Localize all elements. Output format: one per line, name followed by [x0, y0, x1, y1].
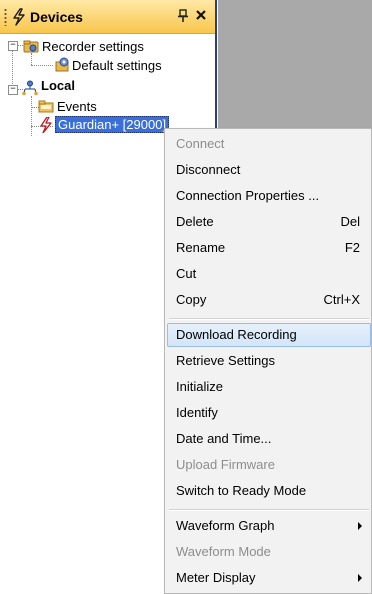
tree-connector [31, 96, 32, 136]
menu-item-copy[interactable]: Copy Ctrl+X [167, 288, 371, 312]
recorder-settings-icon [23, 40, 39, 53]
menu-item-waveform-graph[interactable]: Waveform Graph [167, 514, 371, 538]
pin-icon[interactable] [176, 8, 190, 24]
menu-item-download-recording[interactable]: Download Recording [167, 323, 371, 347]
menu-item-shortcut: Ctrl+X [323, 292, 360, 307]
menu-item-label: Meter Display [176, 570, 256, 585]
menu-item-disconnect[interactable]: Disconnect [167, 158, 371, 182]
menu-separator [169, 318, 369, 320]
tree-item-default-settings[interactable]: Default settings [72, 58, 162, 73]
devices-panel-header[interactable]: Devices [0, 0, 215, 34]
menu-item-label: Date and Time... [176, 431, 272, 446]
menu-item-connection-properties[interactable]: Connection Properties ... [167, 184, 371, 208]
menu-item-connect[interactable]: Connect [167, 132, 371, 156]
device-context-menu: Connect Disconnect Connection Properties… [164, 128, 372, 594]
tree-item-local[interactable]: Local [41, 78, 75, 93]
submenu-arrow-icon [358, 574, 362, 582]
panel-title: Devices [30, 9, 83, 25]
menu-item-label: Retrieve Settings [176, 353, 275, 368]
menu-item-label: Rename [176, 240, 226, 255]
menu-item-delete[interactable]: Delete Del [167, 210, 371, 234]
menu-item-cut[interactable]: Cut [167, 262, 371, 286]
menu-item-initialize[interactable]: Initialize [167, 375, 371, 399]
tree-connector [31, 65, 53, 66]
close-glyph [196, 10, 206, 20]
drag-grip-icon[interactable] [4, 8, 7, 26]
menu-item-label: Connection Properties ... [176, 188, 320, 203]
tree-item-events[interactable]: Events [57, 99, 97, 114]
tree-item-device[interactable]: Guardian+ [29000] [55, 116, 170, 133]
menu-item-label: Identify [176, 405, 218, 420]
menu-item-rename[interactable]: Rename F2 [167, 236, 371, 260]
lightning-icon [40, 117, 52, 133]
menu-separator [169, 509, 369, 511]
tree-item-recorder-settings[interactable]: Recorder settings [42, 39, 144, 54]
menu-item-date-and-time[interactable]: Date and Time... [167, 427, 371, 451]
submenu-arrow-icon [358, 522, 362, 530]
menu-item-label: Initialize [176, 379, 223, 394]
folder-icon [38, 100, 54, 113]
menu-item-label: Waveform Mode [176, 544, 271, 559]
menu-item-label: Cut [176, 266, 197, 281]
tree-connector [31, 53, 32, 65]
menu-item-shortcut: Del [340, 214, 360, 229]
menu-item-switch-to-ready-mode[interactable]: Switch to Ready Mode [167, 479, 371, 503]
menu-item-upload-firmware[interactable]: Upload Firmware [167, 453, 371, 477]
menu-item-label: Download Recording [176, 327, 297, 342]
collapse-local-icon[interactable]: − [8, 85, 18, 95]
settings-icon [55, 57, 69, 72]
menu-item-identify[interactable]: Identify [167, 401, 371, 425]
menu-item-label: Connect [176, 136, 225, 151]
menu-item-label: Waveform Graph [176, 518, 275, 533]
application-window: Devices − Recorder settings Default sett… [0, 0, 372, 594]
menu-item-retrieve-settings[interactable]: Retrieve Settings [167, 349, 371, 373]
menu-item-shortcut: F2 [344, 240, 360, 255]
menu-item-label: Disconnect [176, 162, 241, 177]
lightning-icon [13, 8, 25, 26]
menu-item-label: Copy [176, 292, 207, 307]
collapse-recorder-settings-icon[interactable]: − [8, 41, 18, 51]
close-icon[interactable] [194, 7, 208, 23]
menu-item-label: Switch to Ready Mode [176, 483, 307, 498]
menu-item-meter-display[interactable]: Meter Display [167, 566, 371, 590]
pin-glyph [178, 9, 188, 22]
menu-item-waveform-mode[interactable]: Waveform Mode [167, 540, 371, 564]
network-icon [22, 80, 38, 96]
menu-item-label: Delete [176, 214, 214, 229]
document-workspace [218, 0, 372, 136]
menu-item-label: Upload Firmware [176, 457, 275, 472]
